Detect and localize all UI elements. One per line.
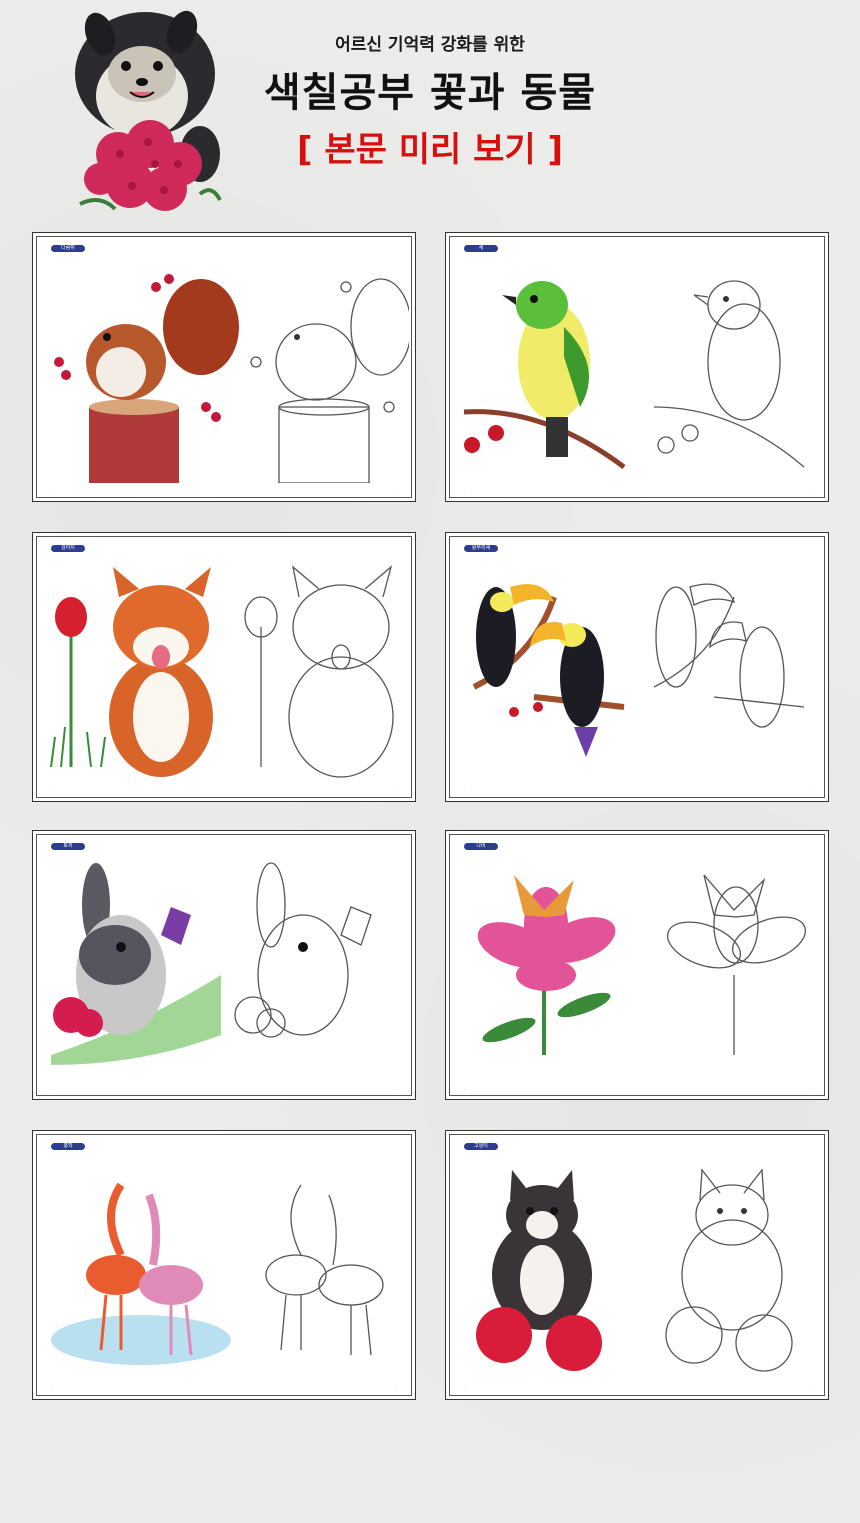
flamingo-illustration	[51, 1182, 384, 1365]
preview-label: [ 본문 미리 보기 ]	[296, 130, 564, 170]
page-tag: 다람쥐	[51, 245, 85, 252]
squirrel-illustration	[54, 274, 409, 483]
subtitle: 어르신 기억력 강화를 위한	[335, 35, 525, 55]
preview-page-toucan: 왕부리새 · ·	[445, 532, 829, 802]
page-tag: 왕부리새	[464, 545, 498, 552]
preview-page-squirrel: 다람쥐 · ·	[32, 232, 416, 502]
preview-page-rabbit: 토끼 · ·	[32, 830, 416, 1100]
toucan-illustration	[472, 583, 805, 757]
preview-page-flamingo: 홍학 · ·	[32, 1130, 416, 1400]
pomeranian-with-flowers-illustration	[75, 10, 222, 211]
rabbit-illustration	[51, 862, 372, 1065]
preview-page-bird: 새 · ·	[445, 232, 829, 502]
cat-illustration	[476, 1168, 793, 1372]
header: 어르신 기억력 강화를 위한 색칠공부 꽃과 동물 [ 본문 미리 보기 ]	[0, 0, 860, 232]
page-tag: 강아지	[51, 545, 85, 552]
butterfly-illustration	[477, 874, 807, 1055]
page-tag: 고양이	[464, 1143, 498, 1150]
preview-page-cat: 고양이 · ·	[445, 1130, 829, 1400]
page-tag: 홍학	[51, 1143, 85, 1150]
page-tag: 새	[464, 245, 498, 252]
preview-page-dog: 강아지 · ·	[32, 532, 416, 802]
dog-illustration	[50, 565, 394, 778]
page-tag: 토끼	[51, 843, 85, 850]
bird-illustration	[463, 280, 805, 470]
page-tag: 나비	[464, 843, 498, 850]
preview-page-butterfly: 나비 · ·	[445, 830, 829, 1100]
page-title: 색칠공부 꽃과 동물	[263, 70, 597, 116]
